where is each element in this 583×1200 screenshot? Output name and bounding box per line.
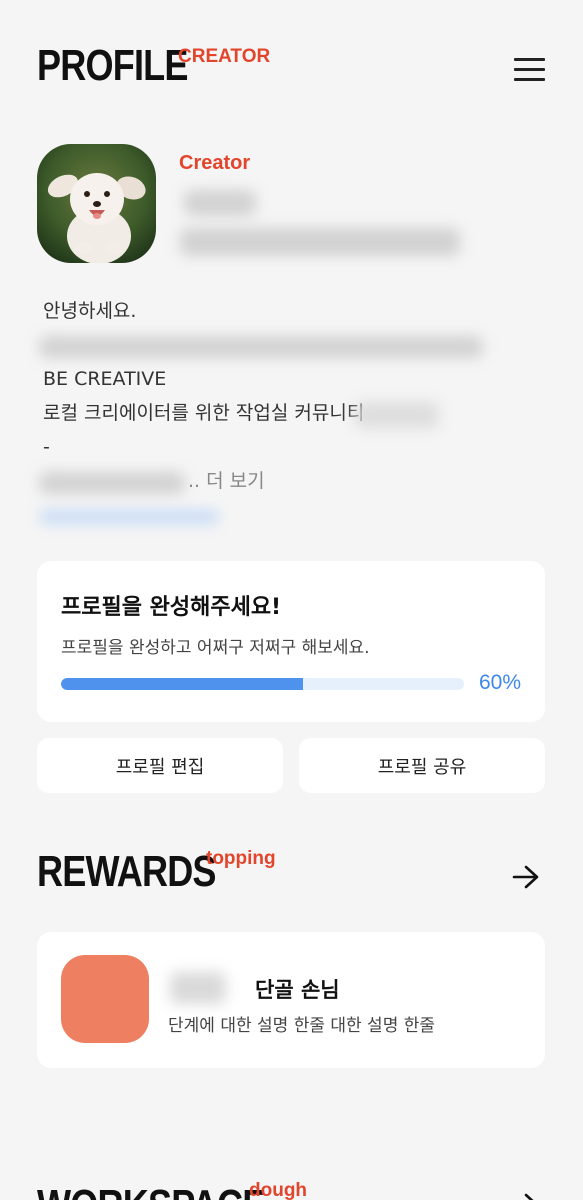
bio-link-blurred[interactable] — [39, 500, 543, 534]
user-info-blurred — [180, 228, 460, 256]
bio-more-line: .. 더 보기 — [39, 466, 543, 500]
edit-profile-button[interactable]: 프로필 편집 — [37, 738, 283, 793]
username-blurred — [184, 190, 256, 216]
bio: 안녕하세요. BE CREATIVE 로컬 크리에이터를 위한 작업실 커뮤니티… — [39, 296, 543, 534]
more-link[interactable]: .. 더 보기 — [188, 466, 265, 496]
completion-progress-bar — [61, 678, 464, 690]
bio-description: 로컬 크리에이터를 위한 작업실 커뮤니티 — [43, 398, 543, 432]
bio-greeting: 안녕하세요. — [43, 300, 137, 322]
workspace-tag: dough — [249, 1180, 308, 1200]
completion-progress-fill — [61, 678, 303, 690]
completion-percent: 60% — [478, 671, 521, 694]
completion-title: 프로필을 완성해주세요! — [61, 595, 282, 620]
role-tag: CREATOR — [178, 46, 271, 67]
bio-motto: BE CREATIVE — [43, 368, 167, 390]
page-title: PROFILE — [37, 41, 188, 90]
profile-header: PROFILE CREATOR — [37, 40, 545, 100]
creator-label: Creator — [179, 152, 251, 174]
reward-level-blurred — [170, 972, 226, 1004]
profile-completion-card: 프로필을 완성해주세요! 프로필을 완성하고 어쩌구 저쩌구 해보세요. 60% — [37, 561, 545, 722]
bio-dash: - — [43, 436, 50, 458]
completion-subtitle: 프로필을 완성하고 어쩌구 저쩌구 해보세요. — [61, 638, 370, 658]
rewards-title: REWARDS — [37, 847, 217, 896]
workspace-arrow-icon[interactable] — [512, 1192, 540, 1200]
reward-description: 단계에 대한 설명 한줄 대한 설명 한줄 — [168, 1016, 436, 1036]
reward-card[interactable]: 단골 손님 단계에 대한 설명 한줄 대한 설명 한줄 — [37, 932, 545, 1068]
dog-photo-icon — [37, 144, 156, 263]
avatar[interactable] — [37, 144, 156, 263]
rewards-arrow-icon[interactable] — [512, 864, 540, 894]
reward-badge-icon — [61, 955, 149, 1043]
bio-line-blurred — [39, 330, 543, 364]
workspace-title: WORKSPACE — [37, 1180, 266, 1200]
reward-name: 단골 손님 — [255, 978, 340, 1002]
share-profile-button[interactable]: 프로필 공유 — [299, 738, 545, 793]
menu-icon[interactable] — [514, 58, 545, 82]
rewards-tag: topping — [206, 848, 276, 869]
